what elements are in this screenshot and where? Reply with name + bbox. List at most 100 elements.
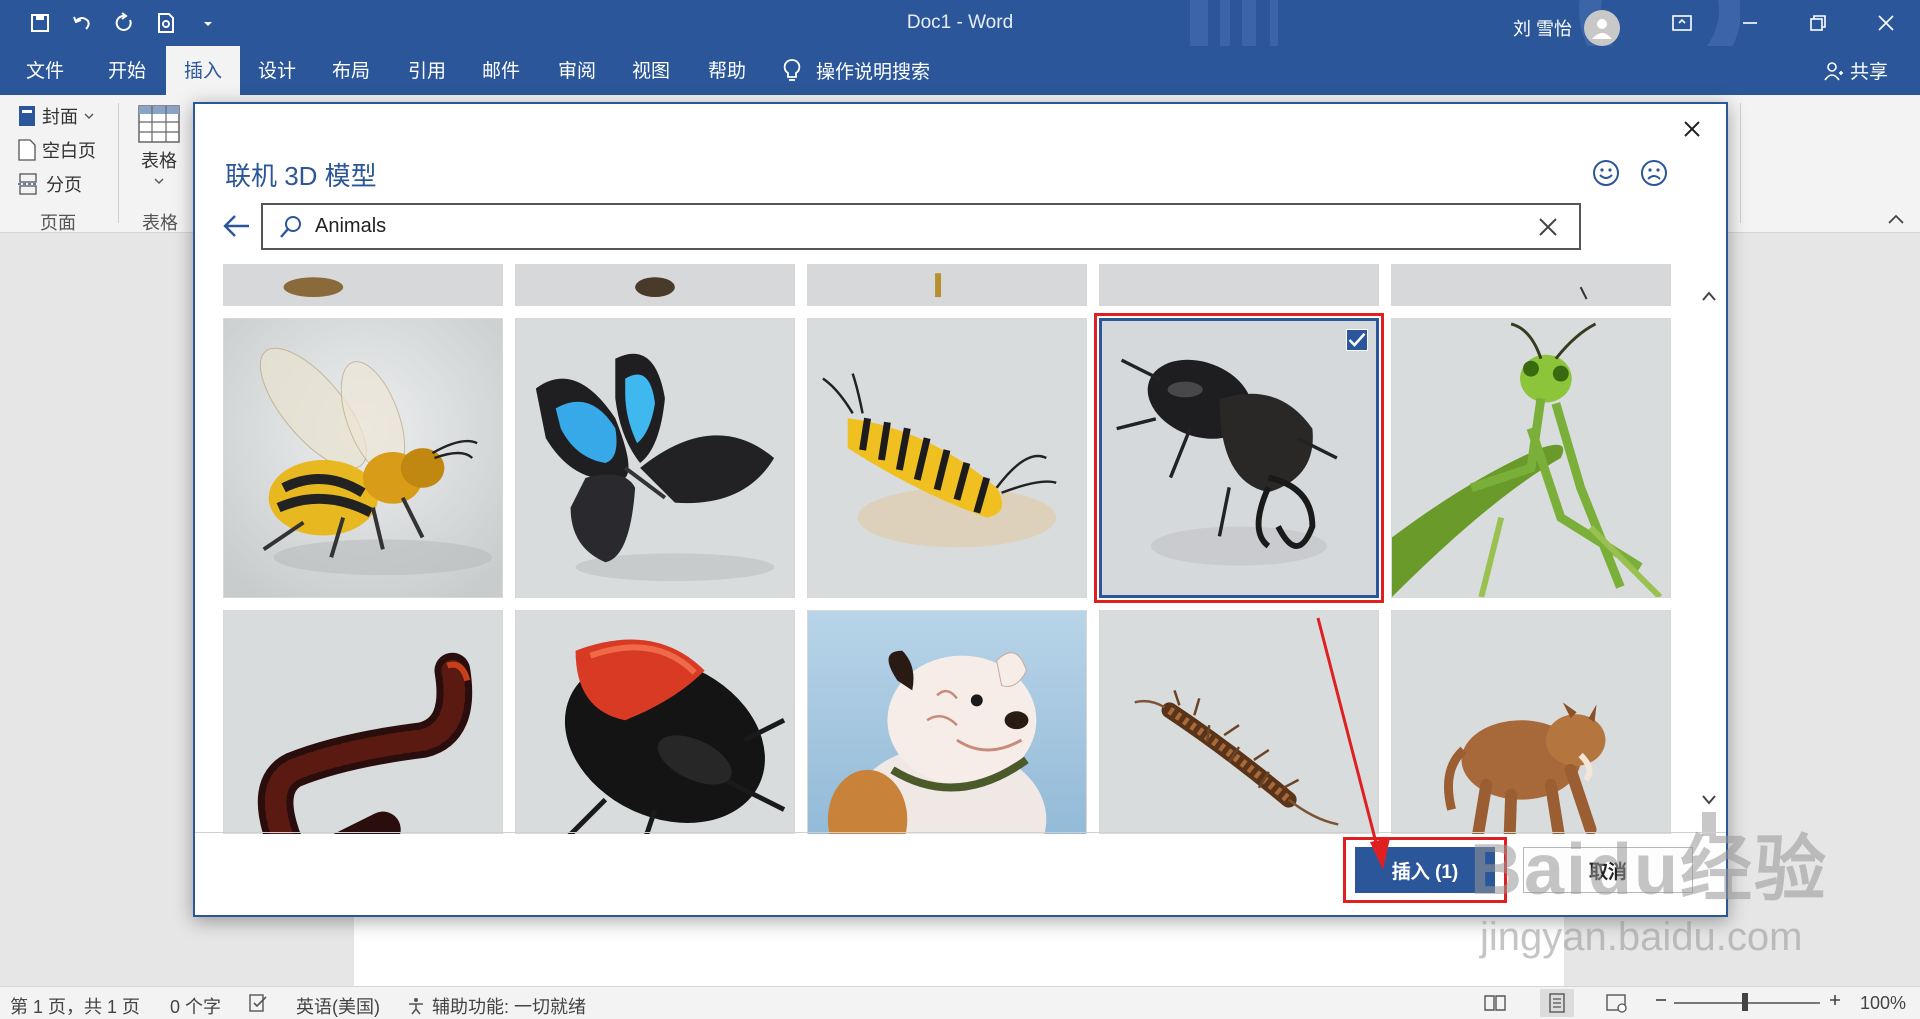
tab-layout[interactable]: 布局 — [314, 46, 388, 95]
table-icon — [138, 105, 180, 143]
dialog-title: 联机 3D 模型 — [225, 161, 377, 191]
model-tile-millipede[interactable] — [223, 610, 503, 834]
pages-group-label: 页面 — [40, 213, 76, 233]
cover-page-icon — [19, 106, 35, 126]
page-break-icon — [18, 173, 38, 195]
ribbon-display-options-button[interactable] — [1648, 0, 1716, 46]
insert-button[interactable]: 插入 (1) — [1355, 847, 1495, 893]
model-tile-cockroach[interactable] — [515, 610, 795, 834]
model-tile-bulldog[interactable] — [807, 610, 1087, 834]
chevron-down-icon — [154, 178, 164, 184]
tab-help[interactable]: 帮助 — [690, 46, 764, 95]
millipede-thumbnail — [224, 611, 502, 834]
tab-insert[interactable]: 插入 — [166, 46, 241, 95]
tab-design[interactable]: 设计 — [240, 46, 314, 95]
model-tile-butterfly[interactable] — [515, 318, 795, 598]
chevron-down-icon — [1702, 795, 1716, 805]
tab-home[interactable]: 开始 — [90, 46, 164, 95]
read-mode-button[interactable] — [1484, 993, 1506, 1013]
zoom-in-button[interactable] — [1828, 993, 1842, 1007]
results-scrollbar[interactable] — [1699, 286, 1719, 836]
blank-page-button[interactable]: 空白页 — [18, 137, 96, 163]
dialog-footer-divider — [195, 832, 1726, 833]
avatar[interactable] — [1584, 10, 1620, 46]
page-count[interactable]: 第 1 页，共 1 页 — [10, 993, 140, 1019]
chevron-up-icon — [1888, 214, 1904, 224]
tab-mailings[interactable]: 邮件 — [464, 46, 538, 95]
restore-button[interactable] — [1784, 0, 1852, 46]
blank-page-icon — [18, 139, 36, 161]
word-count[interactable]: 0 个字 — [170, 993, 221, 1019]
accessibility-status[interactable]: 辅助功能: 一切就绪 — [406, 993, 586, 1019]
checkmark-icon — [1348, 332, 1366, 347]
model-tile[interactable] — [807, 264, 1087, 306]
model-tile[interactable] — [1391, 264, 1671, 306]
minimize-icon — [1743, 22, 1757, 24]
page-break-button[interactable]: 分页 — [18, 171, 82, 197]
share-button[interactable]: 共享 — [1822, 46, 1888, 95]
plus-icon — [1830, 995, 1840, 1005]
tab-view[interactable]: 视图 — [614, 46, 688, 95]
centipede-thumbnail — [1100, 611, 1378, 834]
tell-me-search[interactable]: 操作说明搜索 — [782, 46, 930, 95]
cover-page-label: 封面 — [42, 107, 78, 127]
praying-mantis-thumbnail — [1392, 319, 1670, 597]
chevron-up-icon — [1702, 291, 1716, 301]
blank-page-label: 空白页 — [42, 141, 96, 161]
close-window-button[interactable] — [1852, 0, 1920, 46]
back-arrow-icon[interactable] — [221, 210, 253, 242]
model-tile[interactable] — [223, 264, 503, 306]
minus-icon — [1656, 999, 1666, 1001]
cockroach-thumbnail — [516, 611, 794, 834]
model-tile-bee[interactable] — [223, 318, 503, 598]
cougar-thumbnail — [1392, 611, 1670, 834]
cover-page-button[interactable]: 封面 — [18, 103, 94, 129]
zoom-slider-thumb[interactable] — [1742, 993, 1748, 1011]
collapse-ribbon-button[interactable] — [1887, 213, 1905, 225]
caterpillar-thumbnail — [808, 319, 1086, 597]
search-input[interactable] — [315, 215, 1533, 238]
selected-checkbox[interactable] — [1346, 329, 1368, 351]
model-tile-stag-beetle[interactable] — [1094, 313, 1384, 603]
user-account[interactable]: 刘 雪怡 — [1513, 10, 1620, 46]
share-person-icon — [1824, 61, 1843, 80]
tell-me-label: 操作说明搜索 — [816, 62, 931, 83]
web-layout-icon — [1606, 994, 1627, 1013]
frown-feedback-icon[interactable] — [1639, 158, 1669, 188]
model-tile-caterpillar[interactable] — [807, 318, 1087, 598]
lightbulb-icon — [783, 58, 801, 81]
table-button[interactable]: 表格 — [138, 105, 180, 185]
online-3d-models-dialog: 联机 3D 模型 Animals 插入 (1) 取消 — [193, 102, 1728, 917]
scroll-up-button[interactable] — [1699, 286, 1719, 306]
web-layout-button[interactable] — [1606, 993, 1628, 1013]
user-name: 刘 雪怡 — [1512, 19, 1572, 39]
minimize-button[interactable] — [1716, 0, 1784, 46]
dialog-close-button[interactable] — [1676, 114, 1708, 146]
model-tile[interactable] — [1099, 264, 1379, 306]
tab-references[interactable]: 引用 — [390, 46, 464, 95]
table-label: 表格 — [141, 151, 177, 171]
zoom-out-button[interactable] — [1654, 993, 1668, 1007]
model-tile-praying-mantis[interactable] — [1391, 318, 1671, 598]
close-icon — [1684, 121, 1700, 137]
tab-review[interactable]: 审阅 — [540, 46, 614, 95]
smile-feedback-icon[interactable] — [1591, 158, 1621, 188]
model-tile-cougar[interactable] — [1391, 610, 1671, 834]
language-status[interactable]: 英语(美国) — [296, 993, 380, 1019]
scroll-down-button[interactable] — [1699, 790, 1719, 810]
model-tile-centipede[interactable] — [1099, 610, 1379, 834]
tab-file[interactable]: 文件 — [8, 46, 82, 95]
zoom-level[interactable]: 100% — [1860, 993, 1906, 1014]
cancel-button[interactable]: 取消 — [1523, 847, 1693, 893]
proofing-status[interactable] — [248, 993, 268, 1013]
print-layout-button[interactable] — [1540, 989, 1574, 1017]
page-break-label: 分页 — [46, 175, 82, 195]
search-icon — [280, 215, 301, 238]
ribbon-display-icon — [1672, 15, 1692, 31]
search-field[interactable] — [261, 203, 1581, 250]
ribbon-tabs: 文件 开始 插入 设计 布局 引用 邮件 审阅 视图 帮助 操作说明搜索 共享 — [0, 46, 1920, 95]
model-results-grid — [223, 264, 1678, 834]
model-tile[interactable] — [515, 264, 795, 306]
print-layout-icon — [1549, 993, 1565, 1013]
clear-search-icon[interactable] — [1533, 212, 1563, 242]
